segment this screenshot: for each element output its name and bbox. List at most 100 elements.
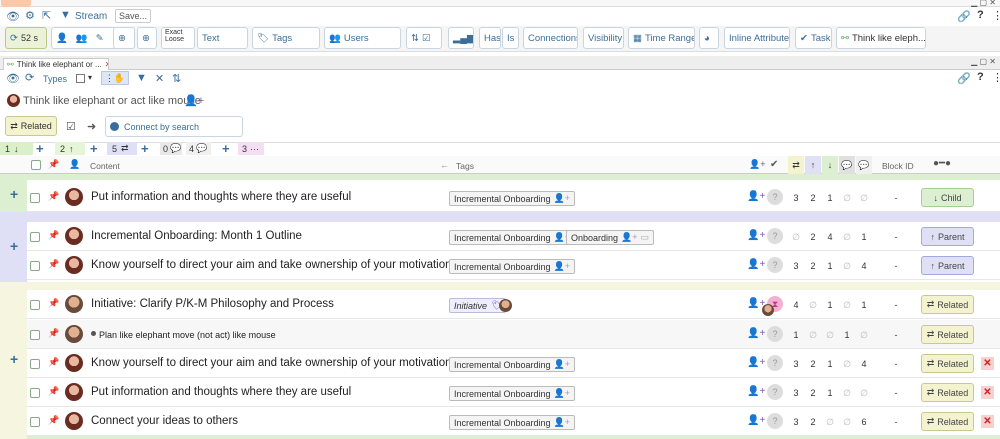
- add-user-icon[interactable]: 👤+: [621, 232, 637, 243]
- content-header[interactable]: Content: [90, 161, 120, 171]
- close-icon[interactable]: ✕: [105, 60, 108, 69]
- time-range-button[interactable]: ▦ Time Range: [628, 27, 695, 49]
- block-id-header[interactable]: Block ID: [882, 161, 914, 171]
- related-button[interactable]: ⇄ Related: [5, 116, 57, 136]
- task-status-icon[interactable]: ?: [767, 355, 783, 371]
- pin-icon[interactable]: 📌: [48, 328, 59, 339]
- row-title[interactable]: Put information and thoughts where they …: [91, 386, 351, 398]
- add-child-icon[interactable]: +: [10, 186, 18, 202]
- checkbox-icon[interactable]: ☑: [66, 120, 76, 133]
- close-icon[interactable]: ✕: [155, 72, 164, 85]
- connect-search-input[interactable]: Connect by search: [105, 116, 243, 137]
- row-title[interactable]: Know yourself to direct your aim and tak…: [91, 357, 452, 369]
- add-user-icon[interactable]: 👤+: [554, 193, 570, 204]
- gear-icon[interactable]: ⚙: [25, 9, 35, 22]
- add-related-icon[interactable]: +: [10, 351, 18, 367]
- tag-chip[interactable]: Incremental Onboarding 👤+: [449, 415, 576, 430]
- tags-header[interactable]: Tags: [456, 161, 474, 171]
- has-button[interactable]: Has: [479, 27, 501, 49]
- more-icon[interactable]: ⋮: [992, 71, 1000, 84]
- resize-arrow-icon[interactable]: ←: [440, 160, 449, 170]
- connection-type-button[interactable]: ↑ Parent: [921, 256, 974, 275]
- tag-chip[interactable]: Incremental Onboarding 👤+: [449, 386, 576, 401]
- task-status-icon[interactable]: ?: [767, 189, 783, 205]
- help-icon[interactable]: ?: [977, 9, 984, 21]
- add-user-icon[interactable]: 👤+: [554, 261, 570, 272]
- pin-icon[interactable]: 📌: [48, 357, 59, 368]
- gray-plus[interactable]: +: [141, 141, 149, 156]
- remove-icon[interactable]: ✕: [981, 415, 994, 428]
- row-checkbox[interactable]: [30, 359, 40, 369]
- pink-plus[interactable]: +: [222, 141, 230, 156]
- connection-type-button[interactable]: ⇄ Related: [921, 295, 974, 314]
- tag-chip[interactable]: Incremental Onboarding 👤+: [449, 259, 576, 274]
- eye-icon[interactable]: 👁: [6, 10, 20, 23]
- row-checkbox[interactable]: [30, 388, 40, 398]
- row-title[interactable]: Put information and thoughts where they …: [91, 191, 351, 203]
- green-filter-a[interactable]: 1 ↓: [0, 142, 33, 155]
- connection-type-button[interactable]: ⇄ Related: [921, 383, 974, 402]
- add-user-icon[interactable]: 👤+: [554, 359, 570, 370]
- green-plus[interactable]: +: [36, 141, 44, 156]
- tag-chip[interactable]: Incremental Onboarding 👤+: [449, 357, 576, 372]
- task-status-icon[interactable]: ?: [767, 257, 783, 273]
- connection-type-button[interactable]: ⇄ Related: [921, 325, 974, 344]
- refresh-button[interactable]: ⟳ 52 s: [5, 27, 47, 49]
- chevron-down-icon[interactable]: ▾: [88, 73, 92, 82]
- hand-tool-button[interactable]: ⋮✋: [101, 71, 129, 85]
- stream-label[interactable]: Stream: [75, 11, 107, 22]
- tags-filter[interactable]: 🏷 Tags: [252, 27, 320, 49]
- tag-chip[interactable]: Incremental Onboarding 👤+: [449, 191, 576, 206]
- tag-chip[interactable]: Incremental Onboarding 👤+: [449, 230, 576, 245]
- row-checkbox[interactable]: [30, 193, 40, 203]
- pin-icon[interactable]: 📌: [48, 298, 59, 309]
- is-button[interactable]: Is: [502, 27, 519, 49]
- add-user-icon[interactable]: 👤+: [747, 328, 765, 339]
- task-status-icon[interactable]: ?: [767, 413, 783, 429]
- task-button[interactable]: ✔ Task: [795, 27, 832, 49]
- help-icon[interactable]: ?: [977, 71, 984, 83]
- row-checkbox[interactable]: [30, 417, 40, 427]
- arrow-circle-icon[interactable]: ➜: [87, 120, 96, 133]
- add-user-icon[interactable]: 👤+: [554, 388, 570, 399]
- text-search-input[interactable]: Text: [197, 27, 248, 49]
- more-icon[interactable]: ⋮: [992, 9, 1000, 22]
- pin-icon[interactable]: 📌: [48, 259, 59, 270]
- globe-button[interactable]: ⊕: [137, 27, 157, 49]
- gray-filter-a[interactable]: 0 💬: [160, 142, 182, 155]
- pin-icon[interactable]: 📌: [48, 191, 59, 202]
- row-title[interactable]: Plan like elephant move (not act) like m…: [99, 330, 276, 340]
- blue-plus[interactable]: +: [90, 141, 98, 156]
- add-user-icon[interactable]: 👤+: [747, 230, 765, 241]
- connection-type-button[interactable]: ↓ Child: [921, 188, 974, 207]
- link-icon[interactable]: 🔗: [957, 72, 971, 85]
- row-checkbox[interactable]: [30, 232, 40, 242]
- add-user-icon[interactable]: 👤+: [554, 417, 570, 428]
- connection-type-button[interactable]: ⇄ Related: [921, 354, 974, 373]
- connections-button[interactable]: Connections: [523, 27, 578, 49]
- sort-icon[interactable]: ⇅: [172, 72, 181, 85]
- types-label[interactable]: Types: [43, 74, 67, 84]
- palette-button[interactable]: ◕: [699, 27, 719, 49]
- task-status-icon[interactable]: ?: [767, 326, 783, 342]
- select-all-checkbox[interactable]: [76, 74, 85, 83]
- refresh-icon[interactable]: ⟳: [25, 71, 34, 84]
- users-filter[interactable]: 👥 Users: [324, 27, 401, 49]
- green-filter-b[interactable]: 2 ↑: [55, 142, 85, 155]
- filter-tab[interactable]: [1, 0, 31, 7]
- add-user-icon[interactable]: 👤+: [747, 259, 765, 270]
- sort-button[interactable]: ⇅ ☑: [406, 27, 442, 49]
- row-title[interactable]: Connect your ideas to others: [91, 415, 238, 427]
- row-checkbox[interactable]: [30, 300, 40, 310]
- pink-filter[interactable]: 3 ···: [238, 142, 264, 155]
- pin-icon[interactable]: 📌: [48, 230, 59, 241]
- tag-chip[interactable]: Initiative 🏷: [449, 298, 507, 313]
- pin-icon[interactable]: 📌: [48, 415, 59, 426]
- header-checkbox[interactable]: [31, 160, 41, 170]
- link-icon[interactable]: 🔗: [957, 10, 971, 23]
- row-title[interactable]: Initiative: Clarify P/K-M Philosophy and…: [91, 298, 334, 310]
- add-parent-icon[interactable]: +: [10, 238, 18, 254]
- add-user-icon[interactable]: 👤+: [184, 94, 204, 107]
- task-status-icon[interactable]: ?: [767, 384, 783, 400]
- remove-icon[interactable]: ✕: [981, 386, 994, 399]
